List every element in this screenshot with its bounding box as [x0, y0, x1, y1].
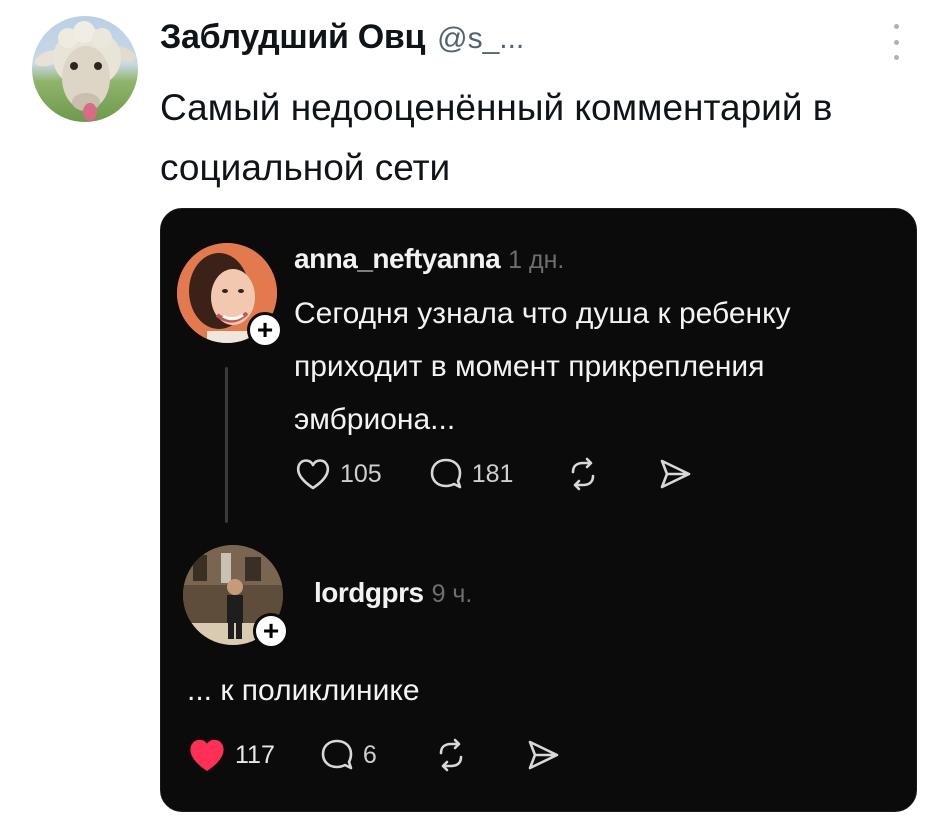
comment-text: Сегодня узнала что душа к ребенку приход…	[294, 297, 791, 436]
like-count: 117	[235, 740, 275, 769]
follow-badge[interactable]: +	[253, 613, 289, 649]
heart-filled-icon	[190, 739, 224, 771]
author-name[interactable]: Заблудший Овц	[160, 18, 425, 57]
screenshot: Заблудший Овц @s_... Самый недооценённый…	[0, 0, 940, 829]
comment-text: ... к поликлинике	[187, 674, 420, 707]
repost-icon	[572, 457, 595, 491]
comment-header: lordgprs 9 ч.	[314, 577, 472, 609]
author-handle[interactable]: @s_...	[437, 22, 524, 56]
like-button[interactable]: 117	[187, 736, 275, 774]
tweet-header: Заблудший Овц @s_...	[160, 18, 524, 62]
author-avatar[interactable]	[32, 16, 138, 122]
thread-line	[225, 367, 228, 523]
comment-username[interactable]: lordgprs	[314, 577, 424, 609]
send-icon	[661, 459, 691, 489]
heart-outline-icon	[296, 459, 330, 490]
reply-button[interactable]: 181	[428, 456, 514, 492]
comment-username[interactable]: anna_neftyanna	[294, 243, 501, 275]
repost-button[interactable]	[565, 456, 601, 492]
sheep-avatar-icon	[34, 21, 136, 121]
send-icon	[528, 740, 559, 770]
tweet-text: Самый недооценённый комментарий в социал…	[160, 87, 833, 188]
like-button[interactable]: 105	[294, 456, 382, 492]
follow-badge[interactable]: +	[247, 312, 283, 348]
repost-icon	[439, 738, 463, 772]
comment-actions: 105 181	[294, 454, 693, 494]
reply-count: 6	[362, 740, 377, 769]
repost-button[interactable]	[433, 737, 469, 773]
share-button[interactable]	[657, 456, 693, 492]
share-button[interactable]	[525, 737, 561, 773]
comment-header: anna_neftyanna 1 дн.	[294, 243, 564, 275]
comment-time: 9 ч.	[431, 580, 473, 608]
like-count: 105	[340, 459, 382, 488]
reply-button[interactable]: 6	[319, 737, 377, 773]
embedded-image[interactable]: + anna_neftyanna 1 дн. Сегодня узнала чт…	[160, 208, 917, 812]
comment-bubble-icon	[321, 739, 353, 770]
vertical-ellipsis-icon[interactable]	[888, 20, 904, 64]
reply-count: 181	[471, 459, 514, 488]
comment-bubble-icon	[430, 458, 462, 489]
comment-time: 1 дн.	[508, 246, 565, 274]
comment-actions: 117 6	[187, 735, 561, 775]
